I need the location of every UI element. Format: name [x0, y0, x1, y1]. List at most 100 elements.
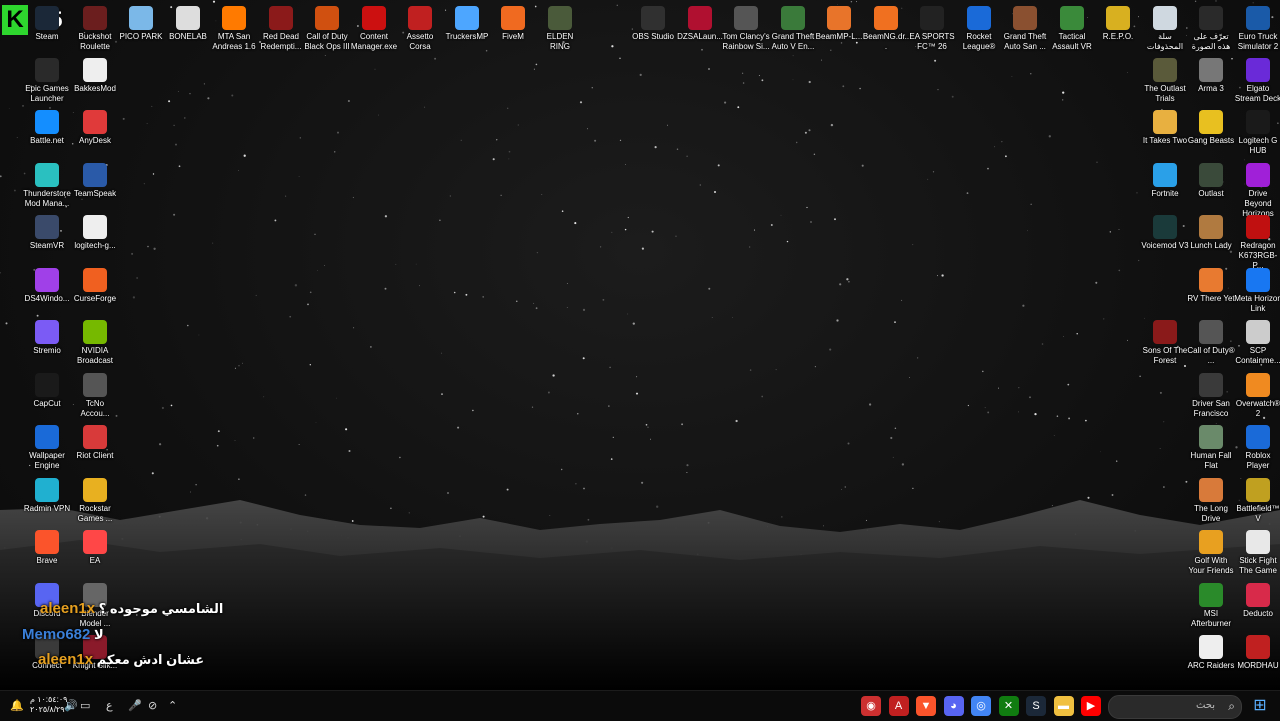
- desktop-shortcut[interactable]: Arma 3: [1187, 56, 1235, 104]
- desktop-shortcut[interactable]: TcNo Accou...: [71, 371, 119, 419]
- chevron-up-icon[interactable]: ⌃: [168, 698, 177, 714]
- desktop-shortcut[interactable]: ELDEN RING: [536, 4, 584, 52]
- desktop-shortcut-label: Stick Fight The Game: [1239, 556, 1277, 575]
- desktop-shortcut[interactable]: ARC Raiders: [1187, 633, 1235, 681]
- desktop-shortcut[interactable]: It Takes Two: [1141, 108, 1189, 156]
- desktop-shortcut[interactable]: BeamNG.dr...: [862, 4, 910, 52]
- desktop-shortcut[interactable]: Tom Clancy's Rainbow Si...: [722, 4, 770, 52]
- desktop-shortcut[interactable]: DZSALaun...: [676, 4, 724, 52]
- desktop-shortcut[interactable]: NVIDIA Broadcast: [71, 318, 119, 366]
- microphone-icon[interactable]: 🎤: [128, 698, 142, 714]
- desktop-shortcut[interactable]: SteamVR: [23, 213, 71, 261]
- desktop-shortcut[interactable]: Thunderstore Mod Mana...: [23, 161, 71, 209]
- desktop-shortcut[interactable]: BONELAB: [164, 4, 212, 52]
- desktop-shortcut[interactable]: Wallpaper Engine: [23, 423, 71, 471]
- desktop-shortcut[interactable]: Overwatch® 2: [1234, 371, 1280, 419]
- desktop-shortcut[interactable]: Outlast: [1187, 161, 1235, 209]
- desktop-shortcut[interactable]: BeamMP-L...: [815, 4, 863, 52]
- taskbar-clock[interactable]: ١٠:٥٤:٠٩ م ٢٠٢٥/٨/٢٩: [30, 695, 67, 715]
- desktop-shortcut[interactable]: Grand Theft Auto San ...: [1001, 4, 1049, 52]
- desktop-shortcut[interactable]: RV There Yet: [1187, 266, 1235, 314]
- desktop-shortcut[interactable]: BakkesMod: [71, 56, 119, 104]
- desktop-shortcut[interactable]: Golf With Your Friends: [1187, 528, 1235, 576]
- desktop-shortcut[interactable]: Lunch Lady: [1187, 213, 1235, 261]
- notification-bell-icon[interactable]: 🔔: [10, 698, 24, 714]
- desktop-shortcut[interactable]: Driver San Francisco: [1187, 371, 1235, 419]
- desktop-shortcut[interactable]: Riot Client: [71, 423, 119, 471]
- desktop-shortcut[interactable]: Radmin VPN: [23, 476, 71, 524]
- desktop-shortcut[interactable]: TruckersMP: [443, 4, 491, 52]
- discord-taskbar-icon[interactable]: ◕: [943, 696, 964, 716]
- chrome-icon[interactable]: ◎: [971, 696, 991, 716]
- amd-app-icon[interactable]: A: [888, 696, 909, 716]
- desktop-shortcut[interactable]: OBS Studio: [629, 4, 677, 52]
- desktop-shortcut[interactable]: Call of Duty Black Ops III: [303, 4, 351, 52]
- desktop-shortcut[interactable]: TeamSpeak: [71, 161, 119, 209]
- desktop-shortcut[interactable]: logitech-g...: [71, 213, 119, 261]
- desktop-shortcut[interactable]: Logitech G HUB: [1234, 108, 1280, 156]
- desktop-shortcut[interactable]: Epic Games Launcher: [23, 56, 71, 104]
- desktop-shortcut[interactable]: Battlefield™ V: [1234, 476, 1280, 524]
- taskbar-search[interactable]: بحث ⌕: [1108, 695, 1242, 719]
- desktop-shortcut[interactable]: Human Fall Flat: [1187, 423, 1235, 471]
- desktop-shortcut[interactable]: Gang Beasts: [1187, 108, 1235, 156]
- desktop-shortcut[interactable]: Euro Truck Simulator 2: [1234, 4, 1280, 52]
- desktop-shortcut[interactable]: تعرّف على هذه الصورة: [1187, 4, 1235, 52]
- file-explorer-icon[interactable]: ▬: [1053, 696, 1074, 716]
- network-off-icon[interactable]: ⊘: [148, 698, 157, 714]
- desktop-shortcut[interactable]: CapCut: [23, 371, 71, 419]
- star: [708, 68, 710, 70]
- desktop-shortcut[interactable]: Voicemod V3: [1141, 213, 1189, 261]
- desktop-shortcut[interactable]: The Outlast Trials: [1141, 56, 1189, 104]
- steelseries-app-icon[interactable]: ◉: [861, 696, 881, 716]
- desktop-shortcut[interactable]: Stick Fight The Game: [1234, 528, 1280, 576]
- desktop-shortcut[interactable]: Rockstar Games ...: [71, 476, 119, 524]
- desktop-shortcut[interactable]: سلة المحذوفات: [1141, 4, 1189, 52]
- desktop-shortcut[interactable]: Stremio: [23, 318, 71, 366]
- desktop-shortcut[interactable]: Drive Beyond Horizons: [1234, 161, 1280, 218]
- desktop-shortcut[interactable]: Grand Theft Auto V En...: [769, 4, 817, 52]
- star: [482, 296, 485, 298]
- display-icon[interactable]: ▭: [80, 698, 90, 714]
- desktop-shortcut-label: Tom Clancy's Rainbow Si...: [722, 32, 770, 51]
- desktop-shortcut[interactable]: Sons Of The Forest: [1141, 318, 1189, 366]
- desktop-shortcut[interactable]: The Long Drive: [1187, 476, 1235, 524]
- desktop-shortcut[interactable]: Brave: [23, 528, 71, 576]
- desktop-shortcut[interactable]: EA SPORTS FC™ 26: [908, 4, 956, 52]
- desktop-shortcut[interactable]: MTA San Andreas 1.6: [210, 4, 258, 52]
- desktop-shortcut[interactable]: Elgato Stream Deck: [1234, 56, 1280, 104]
- desktop-shortcut[interactable]: Steam: [23, 4, 71, 52]
- steam-taskbar-icon[interactable]: S: [1026, 696, 1046, 716]
- desktop-shortcut[interactable]: Meta Horizon Link: [1234, 266, 1280, 314]
- desktop-shortcut[interactable]: EA: [71, 528, 119, 576]
- start-windows-icon[interactable]: ⊞: [1250, 696, 1270, 716]
- star: [927, 178, 929, 180]
- desktop-shortcut[interactable]: Fortnite: [1141, 161, 1189, 209]
- desktop-shortcut[interactable]: Roblox Player: [1234, 423, 1280, 471]
- desktop-shortcut[interactable]: MSI Afterburner: [1187, 581, 1235, 629]
- desktop-shortcut[interactable]: Buckshot Roulette: [71, 4, 119, 52]
- desktop-shortcut[interactable]: Call of Duty® ...: [1187, 318, 1235, 366]
- desktop-shortcut[interactable]: Rocket League®: [955, 4, 1003, 52]
- desktop-shortcut[interactable]: SCP Containme...: [1234, 318, 1280, 366]
- desktop-shortcut[interactable]: Red Dead Redempti...: [257, 4, 305, 52]
- desktop-shortcut[interactable]: DS4Windo...: [23, 266, 71, 314]
- desktop-shortcut[interactable]: CurseForge: [71, 266, 119, 314]
- desktop-shortcut[interactable]: PICO PARK: [117, 4, 165, 52]
- desktop-shortcut[interactable]: Assetto Corsa: [396, 4, 444, 52]
- language-indicator[interactable]: ع: [106, 698, 113, 714]
- youtube-icon[interactable]: ▶: [1081, 696, 1101, 716]
- desktop-shortcut[interactable]: Redragon K673RGB-P...: [1234, 213, 1280, 270]
- desktop-shortcut[interactable]: FiveM: [489, 4, 537, 52]
- desktop-shortcut[interactable]: Battle.net: [23, 108, 71, 156]
- desktop-shortcut[interactable]: R.E.P.O.: [1094, 4, 1142, 52]
- desktop-shortcut[interactable]: Tactical Assault VR: [1048, 4, 1096, 52]
- desktop-shortcut[interactable]: Deducto: [1234, 581, 1280, 629]
- star: [170, 404, 173, 407]
- desktop-shortcut[interactable]: MORDHAU: [1234, 633, 1280, 681]
- xbox-icon[interactable]: ✕: [998, 696, 1019, 716]
- desktop-shortcut[interactable]: AnyDesk: [71, 108, 119, 156]
- brave-taskbar-icon[interactable]: ▼: [916, 696, 936, 716]
- desktop-shortcut[interactable]: Content Manager.exe: [350, 4, 398, 52]
- volume-icon[interactable]: 🔊: [64, 698, 78, 714]
